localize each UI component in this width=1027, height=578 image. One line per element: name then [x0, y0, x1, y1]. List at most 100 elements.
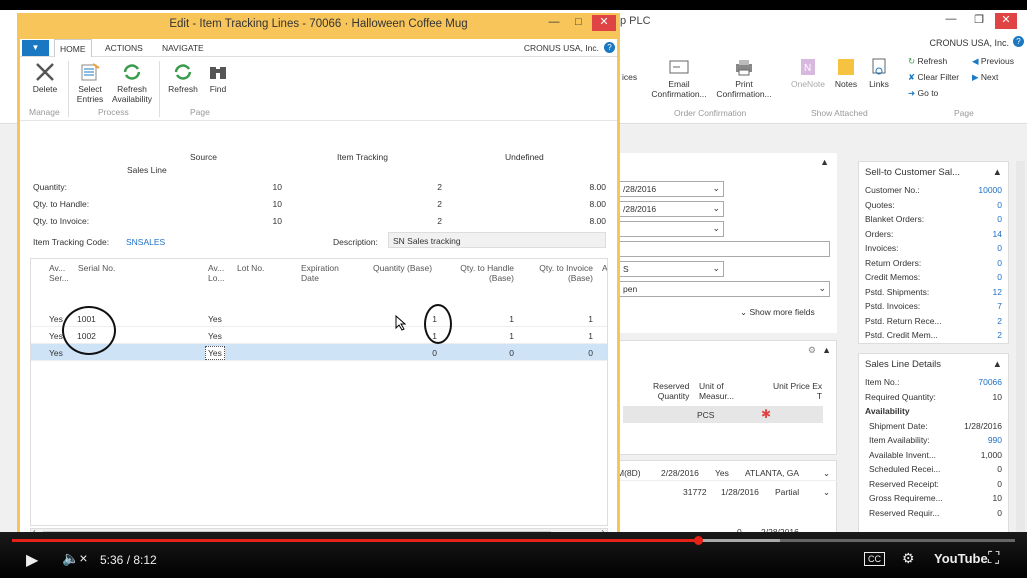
- col-availability-serial[interactable]: Av... Ser...: [49, 263, 69, 283]
- col-qty-to-invoice-base[interactable]: Qty. to Invoice (Base): [523, 263, 593, 283]
- share-label-fragment: ices: [622, 72, 638, 82]
- minimize-icon[interactable]: —: [543, 16, 565, 32]
- go-to-button[interactable]: ➜ Go to: [908, 88, 938, 99]
- background-window-title: p PLC: [620, 15, 651, 27]
- progress-handle[interactable]: [694, 536, 704, 545]
- factbox-value[interactable]: 2: [997, 330, 1002, 341]
- table-row[interactable]: Yes 1002 Yes 1 1 1: [31, 327, 607, 344]
- chevron-down-icon[interactable]: ⌄: [712, 203, 720, 214]
- collapse-icon[interactable]: ▲: [820, 157, 829, 167]
- clear-filter-button[interactable]: ✘ Clear Filter: [908, 72, 959, 83]
- col-extra[interactable]: A: [602, 263, 607, 273]
- col-availability-lot[interactable]: Av... Lo...: [208, 263, 225, 283]
- email-confirmation-button[interactable]: Email Confirmation...: [648, 58, 710, 99]
- volume-muted-icon[interactable]: 🔈×: [62, 550, 88, 567]
- table-row-selected[interactable]: Yes Yes 0 0 0: [31, 344, 607, 361]
- description-field: SN Sales tracking: [388, 232, 606, 248]
- factbox-value[interactable]: 0: [997, 200, 1002, 211]
- factbox-value[interactable]: 14: [993, 229, 1002, 240]
- bottom-row[interactable]: 31772 1/28/2016 Partial ⌄: [613, 483, 838, 500]
- bottom-row[interactable]: M(8D) 2/28/2016 Yes ATLANTA, GA ⌄: [613, 464, 838, 481]
- show-more-fields-link[interactable]: ⌄ Show more fields: [740, 307, 815, 318]
- select-entries-button[interactable]: Select Entries: [71, 63, 109, 104]
- collapse-icon[interactable]: ▲: [993, 359, 1002, 370]
- col-expiration-date[interactable]: Expiration Date: [301, 263, 339, 283]
- factbox-value[interactable]: 0: [997, 243, 1002, 254]
- factbox-row: Availability: [859, 404, 1008, 419]
- tab-navigate[interactable]: NAVIGATE: [162, 43, 204, 53]
- next-button[interactable]: ▶ Next: [972, 72, 998, 83]
- qty-to-handle-label: Qty. to Handle:: [33, 199, 90, 209]
- tab-home[interactable]: HOME: [54, 39, 92, 57]
- factbox-value[interactable]: 70066: [978, 377, 1002, 388]
- maximize-icon[interactable]: □: [567, 16, 589, 32]
- table-row[interactable]: Yes 1001 Yes 1 1 1: [31, 310, 607, 327]
- select-field[interactable]: S ⌄: [618, 261, 724, 277]
- settings-gear-icon[interactable]: ⚙: [902, 550, 915, 567]
- close-icon[interactable]: ✕: [995, 13, 1017, 29]
- factbox-value[interactable]: 12: [993, 287, 1002, 298]
- factbox-value[interactable]: 2: [997, 316, 1002, 327]
- chevron-down-icon[interactable]: ⌄: [818, 283, 826, 294]
- chevron-down-icon[interactable]: ⌄: [712, 263, 720, 274]
- refresh-availability-button[interactable]: Refresh Availability: [108, 63, 156, 104]
- item-tracking-lines-grid: Av... Ser... Serial No. Av... Lo... Lot …: [30, 258, 608, 526]
- factbox-value[interactable]: 990: [988, 435, 1002, 446]
- restore-icon[interactable]: ❐: [968, 13, 990, 29]
- col-qty-to-handle-base[interactable]: Qty. to Handle (Base): [441, 263, 514, 283]
- find-button[interactable]: Find: [203, 63, 233, 94]
- onenote-button[interactable]: N OneNote: [786, 58, 830, 89]
- chevron-down-icon[interactable]: ⌄: [823, 487, 830, 498]
- dropdown-field[interactable]: ⌄: [618, 221, 724, 237]
- chevron-down-icon[interactable]: ⌄: [712, 223, 720, 234]
- factbox-value[interactable]: 7: [997, 301, 1002, 312]
- col-source: Source: [190, 152, 217, 162]
- col-serial-no[interactable]: Serial No.: [78, 263, 115, 273]
- help-icon[interactable]: ?: [1013, 36, 1024, 47]
- print-confirmation-button[interactable]: Print Confirmation...: [713, 58, 775, 99]
- chevron-down-icon[interactable]: ⌄: [823, 468, 830, 479]
- refresh-button[interactable]: ↻ Refresh: [908, 56, 947, 67]
- line-row[interactable]: PCS ✱: [623, 406, 823, 423]
- notes-button[interactable]: Notes: [830, 58, 862, 89]
- help-icon[interactable]: ?: [604, 42, 615, 53]
- minimize-icon[interactable]: —: [940, 13, 962, 29]
- group-page: Page: [190, 107, 210, 117]
- factbox-value: 0: [997, 464, 1002, 474]
- col-lot-no[interactable]: Lot No.: [237, 263, 264, 273]
- collapse-icon[interactable]: ▲: [993, 167, 1002, 178]
- youtube-logo[interactable]: YouTube: [934, 551, 988, 566]
- tab-actions[interactable]: ACTIONS: [105, 43, 143, 53]
- text-field[interactable]: [618, 241, 830, 257]
- factbox-key: Reserved Receipt:: [869, 478, 939, 489]
- fullscreen-icon[interactable]: ⛶: [988, 550, 999, 568]
- factbox-row: Item No.: 70066: [859, 375, 1008, 390]
- factbox-value[interactable]: 10000: [978, 185, 1002, 196]
- gear-icon[interactable]: ⚙: [808, 345, 816, 356]
- progress-bar[interactable]: [12, 536, 1015, 545]
- arrow-right-icon: ➜: [908, 88, 916, 98]
- chevron-down-icon[interactable]: ⌄: [712, 183, 720, 194]
- refresh-button[interactable]: Refresh: [163, 63, 203, 94]
- delete-icon: [36, 63, 54, 81]
- factbox-row: Invoices: 0: [859, 241, 1008, 256]
- focused-cell[interactable]: Yes: [205, 346, 225, 360]
- captions-icon[interactable]: CC: [864, 552, 885, 566]
- factbox-value[interactable]: 0: [997, 258, 1002, 269]
- posting-date-field[interactable]: /28/2016 ⌄: [618, 201, 724, 217]
- status-field[interactable]: pen ⌄: [618, 281, 830, 297]
- factbox-value[interactable]: 0: [997, 272, 1002, 283]
- collapse-icon[interactable]: ▲: [822, 345, 831, 355]
- factbox-key: Pstd. Shipments:: [865, 286, 930, 297]
- factbox-value[interactable]: 0: [997, 214, 1002, 225]
- links-button[interactable]: Links: [864, 58, 894, 89]
- order-date-field[interactable]: /28/2016 ⌄: [618, 181, 724, 197]
- close-icon[interactable]: ✕: [592, 15, 616, 31]
- delete-button[interactable]: Delete: [26, 63, 64, 94]
- col-quantity-base[interactable]: Quantity (Base): [373, 263, 432, 273]
- item-tracking-code-link[interactable]: SNSALES: [126, 237, 165, 247]
- previous-button[interactable]: ◀ Previous: [972, 56, 1014, 67]
- app-menu-button[interactable]: ▼: [22, 40, 49, 56]
- scrollbar[interactable]: [1016, 161, 1025, 541]
- play-icon[interactable]: ▶: [26, 550, 38, 570]
